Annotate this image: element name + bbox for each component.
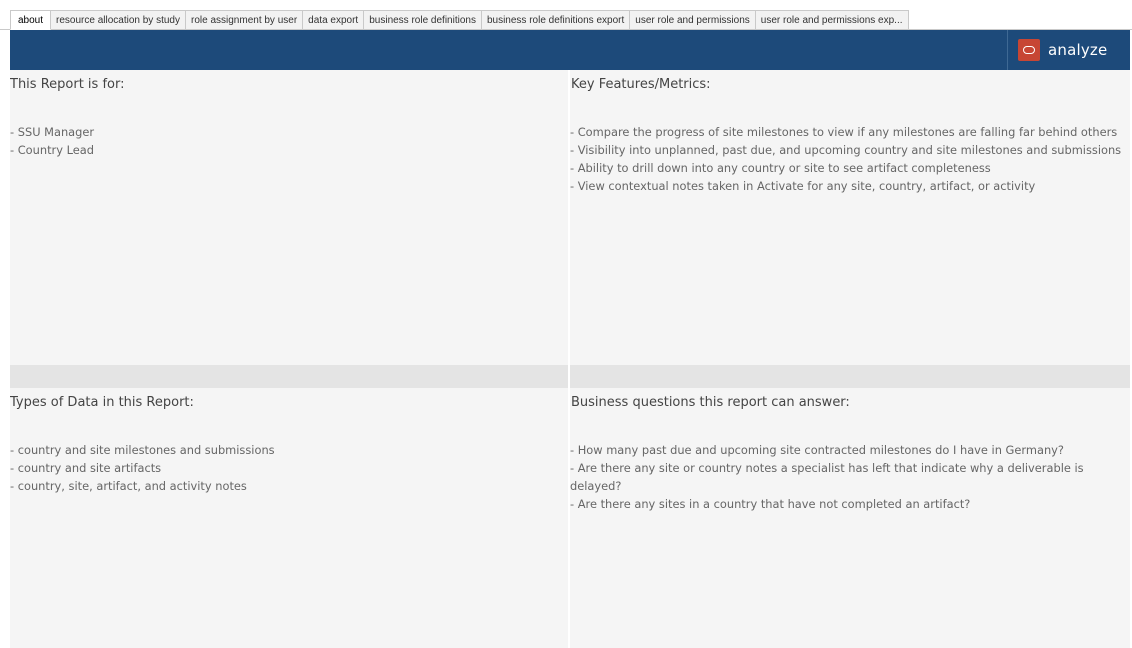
worksheet-tabs: about resource allocation by study role … xyxy=(10,10,909,30)
tab-user-role-and-permissions-export[interactable]: user role and permissions exp... xyxy=(755,10,909,30)
tab-business-role-definitions[interactable]: business role definitions xyxy=(364,10,482,30)
tab-data-export[interactable]: data export xyxy=(303,10,365,30)
audience-list: - SSU Manager - Country Lead xyxy=(10,123,562,159)
tab-resource-allocation-by-study[interactable]: resource allocation by study xyxy=(51,10,186,30)
audience-panel: This Report is for: - SSU Manager - Coun… xyxy=(10,70,568,365)
list-item: - Visibility into unplanned, past due, a… xyxy=(570,143,1122,157)
list-item: - View contextual notes taken in Activat… xyxy=(570,179,1036,193)
questions-list: - How many past due and upcoming site co… xyxy=(570,441,1124,513)
data-types-title: Types of Data in this Report: xyxy=(10,395,194,410)
brand-label: analyze xyxy=(1048,41,1108,59)
list-item: - Are there any sites in a country that … xyxy=(570,497,971,511)
list-item: - country and site milestones and submis… xyxy=(10,443,275,457)
questions-title: Business questions this report can answe… xyxy=(571,395,850,410)
tab-about[interactable]: about xyxy=(10,10,52,30)
features-panel: Key Features/Metrics: - Compare the prog… xyxy=(570,70,1130,365)
list-item: - Ability to drill down into any country… xyxy=(570,161,991,175)
tab-business-role-definitions-export[interactable]: business role definitions export xyxy=(481,10,631,30)
tab-user-role-and-permissions[interactable]: user role and permissions xyxy=(630,10,756,30)
list-item: - Country Lead xyxy=(10,143,94,157)
list-item: - How many past due and upcoming site co… xyxy=(570,443,1064,457)
oracle-logo-icon xyxy=(1018,39,1040,61)
analyze-brand-button[interactable]: analyze xyxy=(1007,30,1130,70)
questions-panel: Business questions this report can answe… xyxy=(570,388,1130,648)
audience-title: This Report is for: xyxy=(10,77,125,92)
data-types-panel: Types of Data in this Report: - country … xyxy=(10,388,568,648)
list-item: - Are there any site or country notes a … xyxy=(570,461,1084,493)
data-types-list: - country and site milestones and submis… xyxy=(10,441,562,495)
dashboard-header: analyze xyxy=(10,30,1130,70)
features-list: - Compare the progress of site milestone… xyxy=(570,123,1124,195)
list-item: - country, site, artifact, and activity … xyxy=(10,479,247,493)
tab-role-assignment-by-user[interactable]: role assignment by user xyxy=(186,10,304,30)
horizontal-divider xyxy=(10,365,1130,388)
features-title: Key Features/Metrics: xyxy=(571,77,711,92)
worksheet-tab-bar: about resource allocation by study role … xyxy=(0,0,1132,30)
list-item: - SSU Manager xyxy=(10,125,95,139)
list-item: - country and site artifacts xyxy=(10,461,162,475)
list-item: - Compare the progress of site milestone… xyxy=(570,125,1118,139)
